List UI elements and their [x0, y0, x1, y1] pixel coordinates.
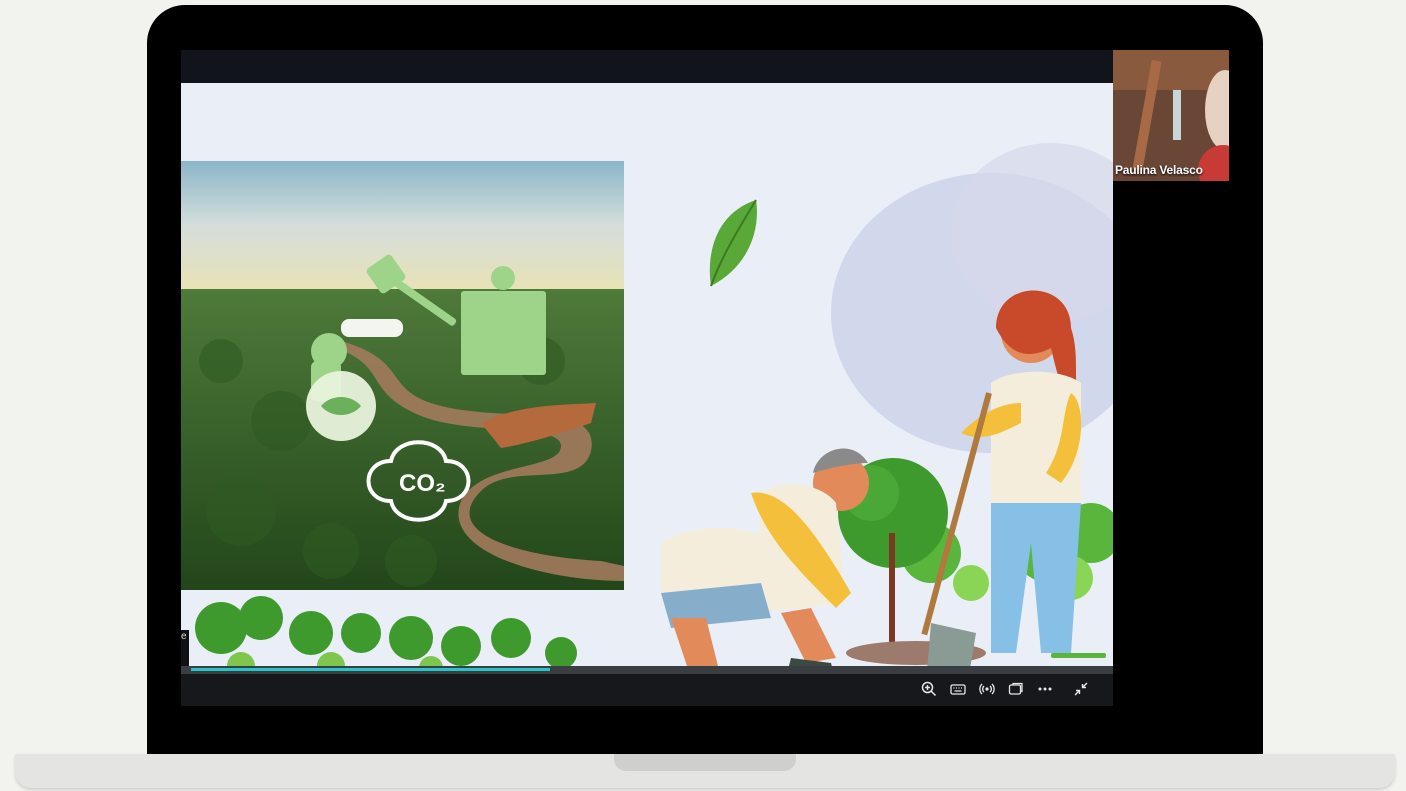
participant-video-tile[interactable]: Paulina Velasco — [1113, 50, 1229, 181]
zoom-in-icon — [921, 681, 937, 697]
meeting-screen: CO₂ e Paulina Velasco — [181, 50, 1229, 706]
popout-button[interactable] — [1005, 678, 1027, 700]
exit-fullscreen-button[interactable] — [1070, 678, 1092, 700]
presentation-top-bar — [181, 50, 1113, 83]
keyboard-icon — [950, 684, 966, 695]
presentation-controls — [181, 674, 1113, 706]
amazon-river-photo: CO₂ — [181, 161, 624, 590]
broadcast-icon — [979, 683, 995, 695]
playback-progress-bar[interactable] — [181, 666, 1113, 674]
more-options-button[interactable] — [1034, 678, 1056, 700]
zoom-in-button[interactable] — [918, 678, 940, 700]
shared-slide: CO₂ — [181, 83, 1113, 671]
playback-progress-fill — [191, 668, 550, 671]
participant-name: Paulina Velasco — [1115, 163, 1203, 177]
captions-button[interactable] — [947, 678, 969, 700]
popout-icon — [1008, 682, 1023, 695]
bushes-illustration — [195, 596, 577, 671]
co2-label: CO₂ — [399, 470, 446, 497]
participant-video-feed — [1113, 50, 1229, 181]
more-icon — [1038, 687, 1052, 691]
people-planting-illustration — [661, 143, 1113, 671]
laptop-notch — [614, 754, 796, 771]
slide-side-label: e — [181, 630, 189, 668]
exit-fullscreen-icon — [1074, 682, 1088, 696]
broadcast-button[interactable] — [976, 678, 998, 700]
